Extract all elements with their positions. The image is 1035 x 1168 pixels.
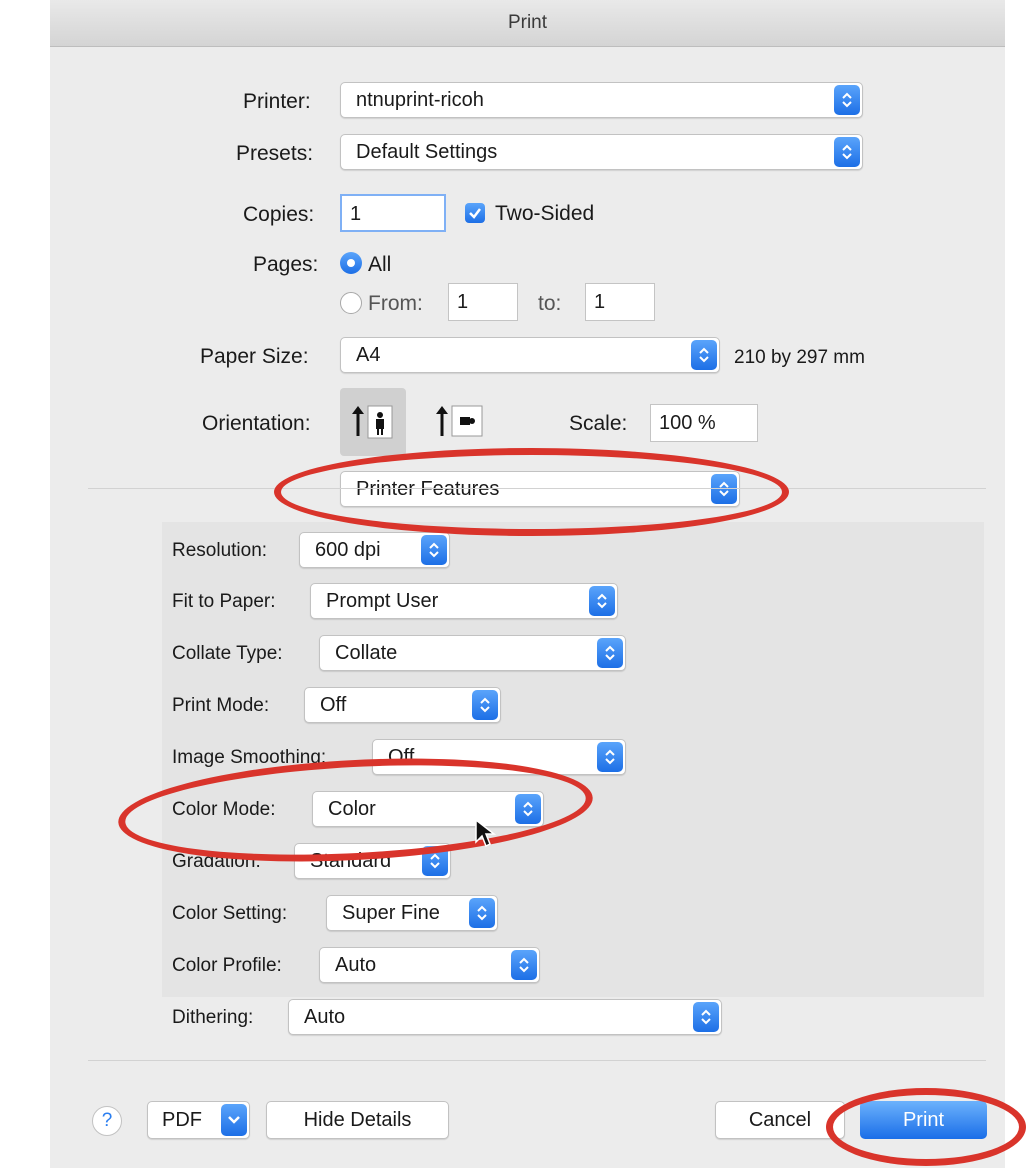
printer-select[interactable]: ntnuprint-ricoh [340, 82, 863, 118]
presets-value: Default Settings [356, 141, 498, 163]
pdf-menu-button[interactable]: PDF [147, 1101, 250, 1139]
paper-size-value: A4 [356, 344, 381, 366]
stepper-icon [421, 535, 447, 565]
chevron-down-icon [221, 1104, 247, 1136]
feature-label-image-smoothing: Image Smoothing: [172, 747, 327, 768]
paper-size-select[interactable]: A4 [340, 337, 720, 373]
landscape-orientation-button[interactable] [428, 388, 494, 456]
stepper-icon [469, 898, 495, 928]
printer-value: ntnuprint-ricoh [356, 89, 484, 111]
cancel-button[interactable]: Cancel [715, 1101, 845, 1139]
paper-dimensions: 210 by 297 mm [734, 347, 865, 368]
checkmark-icon [469, 208, 481, 219]
help-icon: ? [101, 1110, 113, 1131]
orientation-label: Orientation: [202, 412, 311, 435]
pages-label: Pages: [253, 253, 319, 276]
stepper-icon [515, 794, 541, 824]
portrait-icon [352, 405, 393, 439]
stepper-icon [834, 85, 860, 115]
gradation-value: Standard [310, 850, 392, 872]
color-profile-select[interactable]: Auto [319, 947, 540, 983]
print-mode-select[interactable]: Off [304, 687, 501, 723]
portrait-orientation-button[interactable] [340, 388, 406, 456]
stepper-icon [589, 586, 615, 616]
feature-label-print-mode: Print Mode: [172, 695, 270, 716]
stepper-icon [834, 137, 860, 167]
stepper-icon [472, 690, 498, 720]
resolution-value: 600 dpi [315, 539, 381, 561]
printer-label: Printer: [243, 90, 311, 113]
stepper-icon [422, 846, 448, 876]
feature-label-resolution: Resolution: [172, 540, 268, 561]
image-smoothing-select[interactable]: Off [372, 739, 626, 775]
feature-label-fit-to-paper: Fit to Paper: [172, 591, 276, 612]
copies-label: Copies: [243, 203, 315, 226]
stepper-icon [597, 742, 623, 772]
fit-to-paper-value: Prompt User [326, 590, 439, 612]
scale-input[interactable]: 100 % [650, 404, 758, 442]
separator [88, 1060, 986, 1061]
hide-details-button[interactable]: Hide Details [266, 1101, 449, 1139]
scale-label: Scale: [569, 412, 628, 435]
stepper-icon [711, 474, 737, 504]
image-smoothing-value: Off [388, 746, 415, 768]
fit-to-paper-select[interactable]: Prompt User [310, 583, 618, 619]
pages-to-input[interactable]: 1 [585, 283, 655, 321]
stepper-icon [511, 950, 537, 980]
presets-label: Presets: [236, 142, 314, 165]
pages-all-radio[interactable] [340, 252, 362, 274]
landscape-icon [436, 405, 483, 437]
dithering-value: Auto [304, 1006, 346, 1028]
presets-select[interactable]: Default Settings [340, 134, 863, 170]
cursor-arrow-icon [475, 818, 497, 848]
resolution-select[interactable]: 600 dpi [299, 532, 450, 568]
color-setting-value: Super Fine [342, 902, 440, 924]
color-profile-value: Auto [335, 954, 377, 976]
paper-size-label: Paper Size: [200, 345, 309, 368]
color-mode-select[interactable]: Color [312, 791, 544, 827]
feature-label-gradation: Gradation: [172, 851, 261, 872]
feature-label-color-profile: Color Profile: [172, 955, 282, 976]
two-sided-checkbox[interactable] [465, 203, 485, 223]
pages-from-input[interactable]: 1 [448, 283, 518, 321]
copies-input[interactable]: 1 [340, 194, 446, 232]
section-menu-select[interactable]: Printer Features [340, 471, 740, 507]
dithering-select[interactable]: Auto [288, 999, 722, 1035]
print-dialog: Print Printer: ntnuprint-ricoh Presets: … [50, 0, 1005, 1168]
pages-all-label: All [368, 253, 392, 276]
stepper-icon [693, 1002, 719, 1032]
section-menu-value: Printer Features [356, 478, 500, 500]
pages-from-label: From: [368, 292, 423, 315]
collate-type-select[interactable]: Collate [319, 635, 626, 671]
print-mode-value: Off [320, 694, 347, 716]
feature-label-dithering: Dithering: [172, 1007, 254, 1028]
two-sided-label: Two-Sided [495, 202, 595, 225]
gradation-select[interactable]: Standard [294, 843, 451, 879]
color-mode-value: Color [328, 798, 376, 820]
separator [88, 488, 986, 489]
stepper-icon [597, 638, 623, 668]
print-button[interactable]: Print [860, 1101, 987, 1139]
feature-label-color-setting: Color Setting: [172, 903, 288, 924]
color-setting-select[interactable]: Super Fine [326, 895, 498, 931]
pages-to-label: to: [538, 292, 562, 315]
stepper-icon [691, 340, 717, 370]
collate-type-value: Collate [335, 642, 398, 664]
pdf-label: PDF [162, 1109, 202, 1131]
pages-from-radio[interactable] [340, 292, 362, 314]
feature-label-collate-type: Collate Type: [172, 643, 283, 664]
help-button[interactable]: ? [92, 1106, 122, 1136]
window-title: Print [50, 0, 1005, 47]
feature-label-color-mode: Color Mode: [172, 799, 276, 820]
